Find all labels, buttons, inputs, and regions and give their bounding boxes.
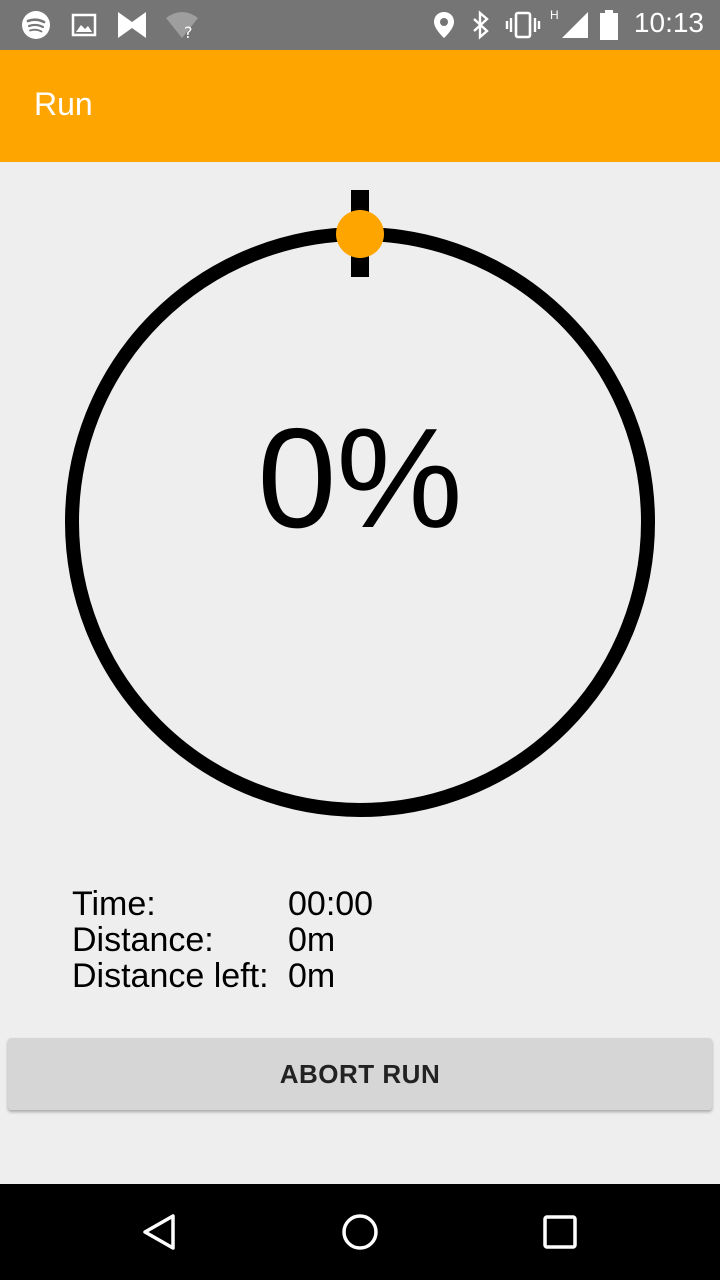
home-icon[interactable] (330, 1202, 390, 1262)
clock: 10:13 (633, 7, 704, 38)
location-icon (432, 8, 456, 42)
distance-label: Distance: (72, 921, 214, 959)
wifi-unknown-icon: ? (164, 8, 200, 42)
bowtie-app-icon (116, 8, 148, 42)
distance-left-value: 0m (288, 957, 336, 995)
vibrate-icon (504, 8, 542, 42)
time-row: Time: 00:00 (72, 886, 373, 922)
svg-text:?: ? (184, 23, 193, 40)
page-title: Run (34, 86, 93, 122)
progress-percent: 0% (257, 399, 463, 558)
time-value: 00:00 (288, 885, 374, 923)
network-type-label: H (550, 8, 559, 22)
time-label: Time: (72, 885, 156, 923)
status-bar: ? H 10:13 (0, 0, 720, 50)
navigation-bar (0, 1184, 720, 1280)
back-icon[interactable] (130, 1202, 190, 1262)
battery-icon (598, 8, 620, 42)
spotify-icon (20, 8, 52, 42)
distance-row: Distance: 0m (72, 922, 373, 958)
run-stats: Time: 00:00 Distance: 0m Distance left: … (72, 886, 373, 994)
distance-value: 0m (288, 921, 336, 959)
bluetooth-icon (470, 8, 492, 42)
progress-knob (336, 210, 384, 258)
recents-icon[interactable] (530, 1202, 590, 1262)
image-icon (70, 8, 98, 42)
distance-left-label: Distance left: (72, 957, 269, 995)
signal-icon: H (550, 8, 590, 42)
app-bar: Run (0, 50, 720, 162)
abort-run-button[interactable]: ABORT RUN (8, 1038, 712, 1110)
distance-left-row: Distance left: 0m (72, 958, 373, 994)
